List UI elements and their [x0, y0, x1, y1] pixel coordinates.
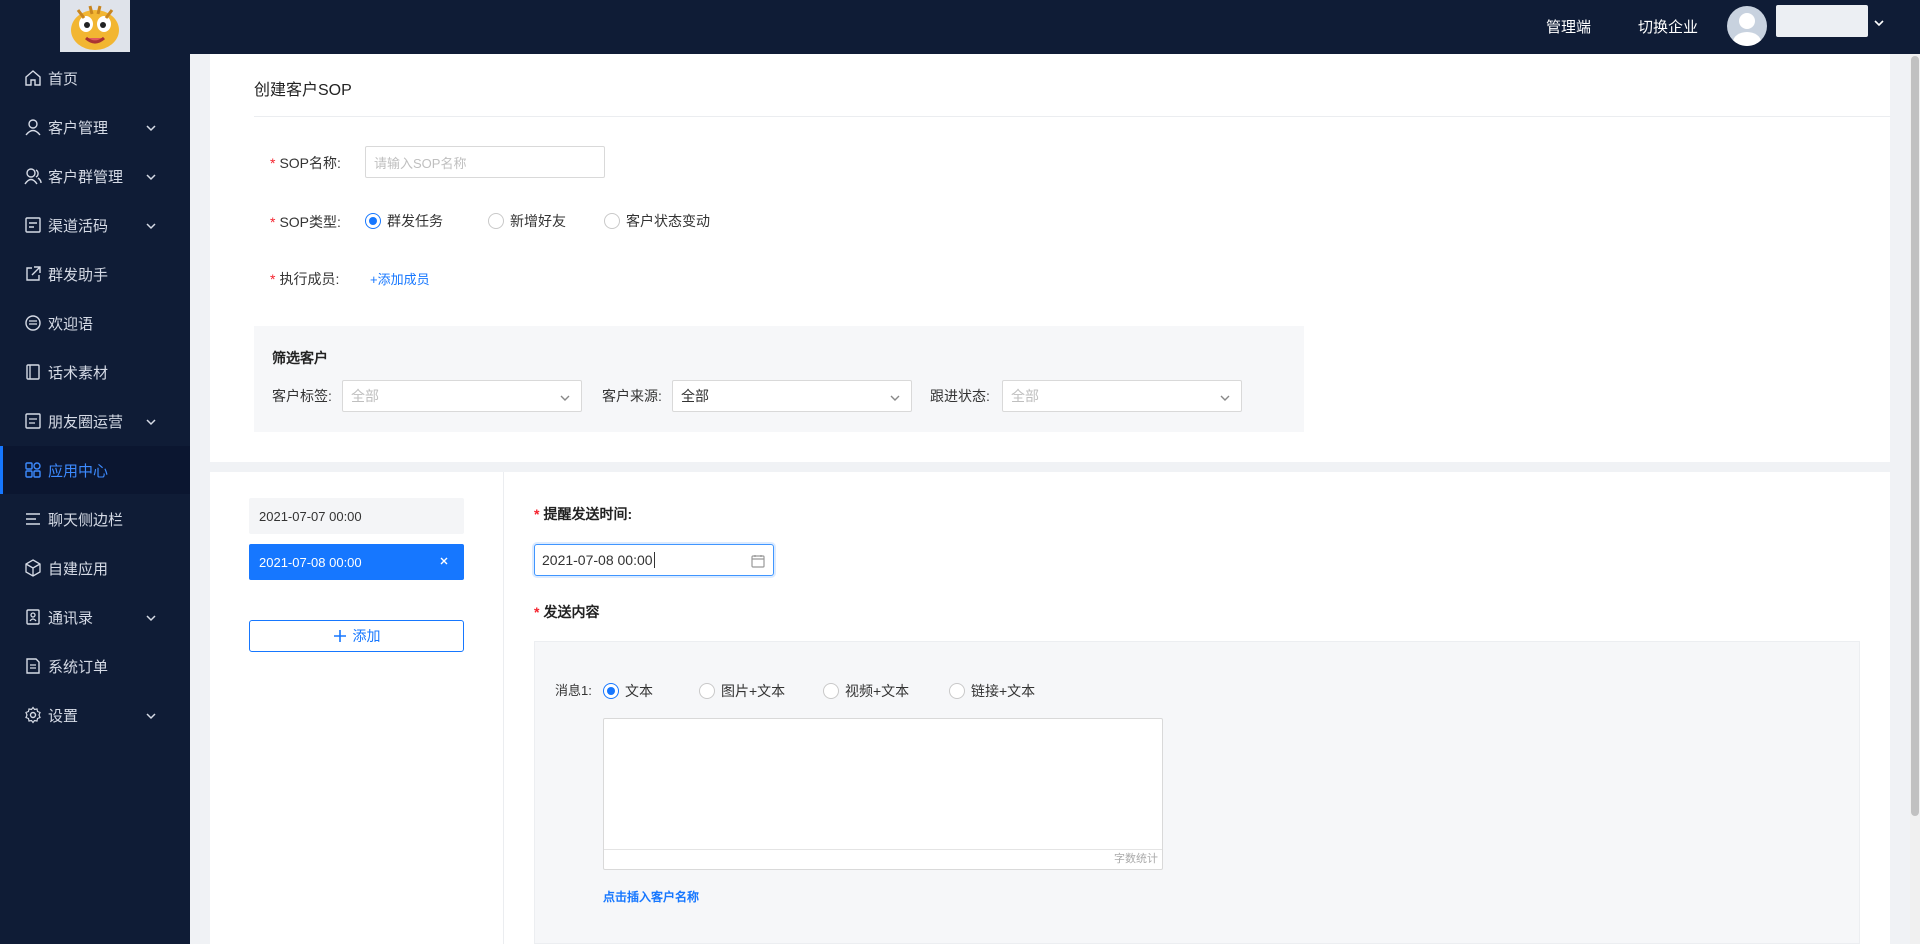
message-type-radio-group: 文本 图片+文本 视频+文本 链接+文本: [603, 681, 1035, 701]
sidebar-item-custom-app[interactable]: 自建应用: [0, 544, 190, 592]
sop-name-input[interactable]: 请输入SOP名称: [365, 146, 605, 178]
tag-filter-label: 客户标签:: [272, 388, 332, 404]
message-type-radio-image-text[interactable]: 图片+文本: [699, 681, 823, 701]
message-icon: [24, 314, 42, 332]
admin-link[interactable]: 管理端: [1546, 16, 1591, 37]
date-list-item[interactable]: 2021-07-07 00:00: [249, 498, 464, 534]
sop-type-radio-new-friend[interactable]: 新增好友: [488, 211, 604, 231]
user-icon: [24, 118, 42, 136]
radio-icon: [604, 213, 620, 229]
filter-customers-panel: 筛选客户 客户标签: 全部 客户来源: 全部 跟进状态: 全部: [254, 326, 1304, 432]
order-icon: [24, 657, 42, 675]
radio-icon: [603, 683, 619, 699]
sidebar: 首页 客户管理 客户群管理 渠道活码 群发助手 欢迎语 话术素材 朋友圈运营 应…: [0, 54, 190, 944]
remind-time-input[interactable]: 2021-07-08 00:00: [534, 544, 774, 576]
members-label: * 执行成员:: [270, 271, 340, 287]
date-list: 2021-07-07 00:00 2021-07-08 00:00 添加: [210, 472, 504, 944]
chevron-down-icon: [889, 391, 901, 403]
sidebar-item-app-center[interactable]: 应用中心: [0, 446, 190, 494]
chevron-down-icon: [145, 611, 157, 623]
sidebar-item-welcome[interactable]: 欢迎语: [0, 299, 190, 347]
text-cursor: [653, 552, 655, 568]
moments-icon: [24, 412, 42, 430]
page-title: 创建客户SOP: [254, 82, 352, 99]
message-type-radio-link-text[interactable]: 链接+文本: [949, 681, 1035, 701]
gear-icon: [24, 706, 42, 724]
radio-icon: [488, 213, 504, 229]
send-content-label: * 发送内容: [534, 604, 600, 620]
contacts-icon: [24, 608, 42, 626]
status-filter-select[interactable]: 全部: [1002, 380, 1242, 412]
chevron-down-icon[interactable]: [1873, 16, 1885, 32]
chevron-down-icon: [1219, 391, 1231, 403]
chevron-down-icon: [559, 391, 571, 403]
tag-filter-select[interactable]: 全部: [342, 380, 582, 412]
chevron-down-icon: [145, 415, 157, 427]
sop-type-radio-mass-task[interactable]: 群发任务: [365, 211, 488, 231]
sidebar-item-chat-sidebar[interactable]: 聊天侧边栏: [0, 495, 190, 543]
radio-icon: [699, 683, 715, 699]
top-bar: 管理端 切换企业: [0, 0, 1920, 54]
share-icon: [24, 265, 42, 283]
book-icon: [24, 363, 42, 381]
sidebar-item-settings[interactable]: 设置: [0, 691, 190, 739]
home-icon: [24, 69, 42, 87]
message-type-radio-video-text[interactable]: 视频+文本: [823, 681, 949, 701]
message-label: 消息1:: [555, 683, 592, 698]
sidebar-item-home[interactable]: 首页: [0, 54, 190, 102]
sop-type-label: * SOP类型:: [270, 214, 341, 230]
chevron-down-icon: [145, 170, 157, 182]
username-box[interactable]: [1776, 5, 1868, 37]
apps-icon: [24, 461, 42, 479]
message-textarea[interactable]: 字数统计: [603, 718, 1163, 870]
chevron-down-icon: [145, 121, 157, 133]
sidebar-item-scripts[interactable]: 话术素材: [0, 348, 190, 396]
sop-type-radio-group: 群发任务 新增好友 客户状态变动: [365, 211, 710, 231]
radio-icon: [949, 683, 965, 699]
sidebar-item-mass-send[interactable]: 群发助手: [0, 250, 190, 298]
switch-company-link[interactable]: 切换企业: [1638, 16, 1698, 37]
logo[interactable]: [60, 0, 130, 52]
sidebar-item-orders[interactable]: 系统订单: [0, 642, 190, 690]
source-filter-select[interactable]: 全部: [672, 380, 912, 412]
sidebar-item-group-management[interactable]: 客户群管理: [0, 152, 190, 200]
remind-time-label: * 提醒发送时间:: [534, 506, 633, 522]
plus-icon: [333, 630, 346, 642]
sop-type-radio-status-change[interactable]: 客户状态变动: [604, 211, 710, 231]
chevron-down-icon: [145, 219, 157, 231]
sidebar-item-channel-qrcode[interactable]: 渠道活码: [0, 201, 190, 249]
sop-name-label: * SOP名称:: [270, 155, 341, 171]
calendar-icon[interactable]: [751, 554, 765, 568]
source-filter-label: 客户来源:: [602, 388, 662, 404]
qrcode-icon: [24, 216, 42, 234]
add-date-button[interactable]: 添加: [249, 620, 464, 652]
close-icon[interactable]: [438, 555, 450, 567]
message-type-radio-text[interactable]: 文本: [603, 681, 699, 701]
status-filter-label: 跟进状态:: [930, 388, 990, 404]
sidebar-item-contacts[interactable]: 通讯录: [0, 593, 190, 641]
schedule-card: 2021-07-07 00:00 2021-07-08 00:00 添加 * 提醒…: [210, 472, 1890, 944]
date-list-item-selected[interactable]: 2021-07-08 00:00: [249, 544, 464, 580]
menu-icon: [24, 510, 42, 528]
avatar[interactable]: [1727, 6, 1767, 46]
sidebar-item-customer-management[interactable]: 客户管理: [0, 103, 190, 151]
filter-title: 筛选客户: [272, 350, 328, 366]
sidebar-item-moments[interactable]: 朋友圈运营: [0, 397, 190, 445]
radio-icon: [823, 683, 839, 699]
insert-customer-name-link[interactable]: 点击插入客户名称: [603, 888, 699, 905]
scrollbar-thumb[interactable]: [1911, 56, 1919, 816]
word-counter: 字数统计: [604, 849, 1162, 869]
radio-icon: [365, 213, 381, 229]
divider: [254, 116, 1890, 117]
add-member-link[interactable]: +添加成员: [370, 269, 430, 288]
chevron-down-icon: [145, 709, 157, 721]
message-content-panel: 消息1: 文本 图片+文本 视频+文本 链接+文本 字数统计 点击插入客户名称: [534, 641, 1860, 944]
sop-form-card: 创建客户SOP * SOP名称: 请输入SOP名称 * SOP类型: 群发任务 新增…: [210, 54, 1890, 462]
cube-icon: [24, 559, 42, 577]
users-icon: [24, 167, 42, 185]
